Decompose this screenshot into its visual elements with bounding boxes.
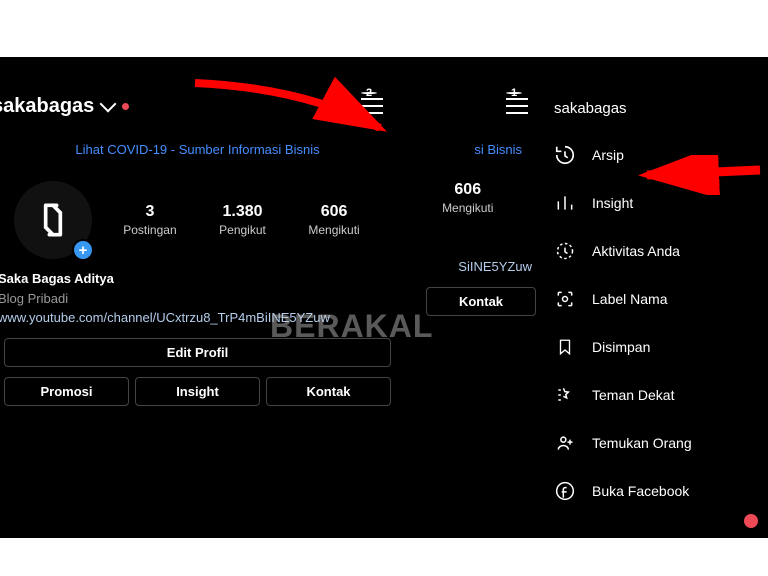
menu-item-temukan[interactable]: Temukan Orang xyxy=(540,419,768,467)
kontak-button[interactable]: Kontak xyxy=(426,287,536,316)
menu-drawer: sakabagas Arsip Insight Aktivitas Anda L… xyxy=(540,57,768,538)
close-friends-icon xyxy=(554,384,576,406)
profile-stats: 3Postingan 1.380Pengikut 606Mengikuti xyxy=(102,203,381,237)
archive-icon xyxy=(554,144,576,166)
menu-item-teman-dekat[interactable]: Teman Dekat xyxy=(540,371,768,419)
promosi-button[interactable]: Promosi xyxy=(4,377,129,406)
insight-icon xyxy=(554,192,576,214)
stat-following[interactable]: 606Mengikuti xyxy=(442,181,493,215)
nametag-icon xyxy=(554,288,576,310)
record-indicator xyxy=(744,514,758,528)
chevron-down-icon[interactable] xyxy=(100,96,117,113)
menu-label: Insight xyxy=(592,195,633,211)
annotation-arrow-1 xyxy=(185,73,395,143)
stat-followers[interactable]: 1.380Pengikut xyxy=(219,203,266,237)
menu-label: Temukan Orang xyxy=(592,435,692,451)
activity-icon xyxy=(554,240,576,262)
display-name: Saka Bagas Aditya xyxy=(0,269,391,289)
menu-label: Arsip xyxy=(592,147,624,163)
hamburger-menu-button[interactable]: 1 xyxy=(506,98,528,114)
stat-following[interactable]: 606Mengikuti xyxy=(308,203,359,237)
menu-label: Aktivitas Anda xyxy=(592,243,680,259)
menu-item-disimpan[interactable]: Disimpan xyxy=(540,323,768,371)
menu-title: sakabagas xyxy=(540,90,768,131)
bookmark-icon xyxy=(554,336,576,358)
covid-banner[interactable]: si Bisnis xyxy=(395,128,540,171)
menu-item-label[interactable]: Label Nama xyxy=(540,275,768,323)
menu-badge: 1 xyxy=(506,92,522,94)
category: Blog Pribadi xyxy=(0,289,391,309)
stat-posts[interactable]: 3Postingan xyxy=(123,203,176,237)
avatar[interactable]: + xyxy=(14,181,92,259)
menu-item-facebook[interactable]: Buka Facebook xyxy=(540,467,768,515)
menu-label: Disimpan xyxy=(592,339,650,355)
annotation-arrow-2 xyxy=(635,155,765,195)
menu-label: Teman Dekat xyxy=(592,387,674,403)
profile-screen-behind: 1 si Bisnis 30kut 606Mengikuti SiINE5YZu… xyxy=(395,57,540,538)
discover-people-icon xyxy=(554,432,576,454)
notification-dot xyxy=(122,103,129,110)
watermark: BERAKAL xyxy=(270,308,433,345)
menu-label: Label Nama xyxy=(592,291,668,307)
add-story-icon[interactable]: + xyxy=(72,239,94,261)
kontak-button[interactable]: Kontak xyxy=(266,377,391,406)
username[interactable]: sakabagas xyxy=(0,95,94,118)
facebook-icon xyxy=(554,480,576,502)
insight-button[interactable]: Insight xyxy=(135,377,260,406)
menu-label: Buka Facebook xyxy=(592,483,689,499)
menu-item-aktivitas[interactable]: Aktivitas Anda xyxy=(540,227,768,275)
